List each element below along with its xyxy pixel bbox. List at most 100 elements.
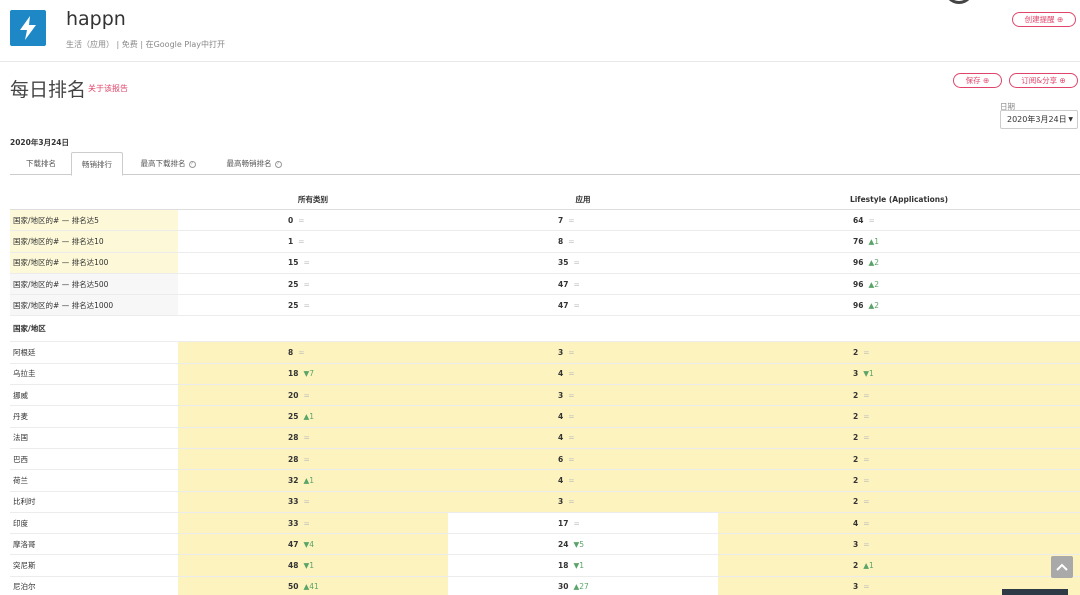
category-link[interactable]: 生活（应用） [66,40,114,49]
no-change-indicator: = [863,454,870,464]
rank-value: 25 [288,300,299,310]
create-alert-button[interactable]: 创建提醒 ⊕ [1012,12,1076,27]
rank-up-indicator: ▲41 [303,582,319,592]
rank-cell: 47 = [448,295,718,315]
create-alert-label: 创建提醒 [1024,15,1055,24]
no-change-indicator: = [863,539,870,549]
row-label[interactable]: 阿根廷 [10,342,178,362]
row-label[interactable]: 挪威 [10,385,178,405]
tab-label: 畅销排行 [82,160,112,169]
no-change-indicator: = [573,279,580,289]
save-button[interactable]: 保存 ⊕ [953,73,1002,88]
app-name: happn [66,8,126,30]
row-label[interactable]: 巴西 [10,449,178,469]
app-header: happn 生活（应用） | 免费 | 在Google Play中打开 创建提醒… [0,0,1080,62]
rank-value: 7 [558,215,564,225]
rank-value: 4 [558,475,564,485]
no-change-indicator: = [568,348,575,358]
table-header: 所有类别 应用 Lifestyle (Applications) [10,190,1080,210]
date-value: 2020年3月24日 [1007,115,1067,124]
rank-value: 28 [288,454,299,464]
table-row: 国家/地区的# — 排名达1000 25 = 47 = 96 ▲2 [10,295,1080,317]
no-change-indicator: = [298,236,305,246]
date-heading: 2020年3月24日 [10,138,70,147]
user-avatar[interactable] [944,0,974,4]
rank-cell: 18 ▼7 [178,363,448,385]
rank-value: 47 [288,539,299,549]
no-change-indicator: = [568,390,575,400]
app-meta: 生活（应用） | 免费 | 在Google Play中打开 [66,39,225,50]
table-row: 摩洛哥 47 ▼4 24 ▼5 3 = [10,534,1080,556]
rank-up-indicator: ▲1 [868,236,879,246]
no-change-indicator: = [863,475,870,485]
about-report-link[interactable]: 关于该报告 [88,83,128,94]
rank-cell: 17 = [448,513,718,533]
price-label: 免费 [121,40,138,49]
scroll-to-top-button[interactable] [1051,556,1073,578]
help-icon[interactable]: ? [188,160,196,168]
tab-label: 下载排名 [26,159,56,168]
no-change-indicator: = [568,497,575,507]
rank-cell: 8 = [448,231,718,251]
country-header-row: 国家/地区 [10,316,1080,343]
rank-cell: 76 ▲1 [718,231,1080,251]
rank-cell: 64 = [718,210,1080,230]
rank-value: 18 [288,369,299,379]
row-label[interactable]: 法国 [10,428,178,448]
no-change-indicator: = [863,348,870,358]
rank-down-indicator: ▼7 [303,369,314,379]
date-select[interactable]: 2020年3月24日 ▼ [1000,110,1078,129]
rank-cell: 4 = [448,427,718,448]
caret-down-icon: ▼ [1068,116,1073,123]
help-icon[interactable]: ? [274,160,282,168]
rank-value: 3 [558,497,564,507]
rank-value: 3 [558,348,564,358]
rank-cell: 8 = [178,342,448,363]
rank-value: 15 [288,258,299,268]
feedback-bar[interactable] [1002,589,1068,595]
rank-value: 2 [853,475,859,485]
rank-cell: 2 ▲1 [718,555,1080,576]
tab-download-rank[interactable]: 下载排名 [14,152,68,175]
row-label: 国家/地区的# — 排名达100 [10,252,178,273]
rank-value: 30 [558,582,569,592]
rank-value: 3 [853,539,859,549]
no-change-indicator: = [303,258,310,268]
row-label[interactable]: 丹麦 [10,406,178,426]
rank-cell: 15 = [178,253,448,273]
no-change-indicator: = [303,454,310,464]
rank-cell: 33 = [178,512,448,534]
row-label: 国家/地区的# — 排名达5 [10,210,178,231]
row-label[interactable]: 尼泊尔 [10,577,178,595]
rank-cell: 6 = [448,448,718,470]
table-row: 挪威 20 = 3 = 2 = [10,385,1080,407]
no-change-indicator: = [568,369,575,379]
row-label[interactable]: 荷兰 [10,470,178,490]
row-label[interactable]: 乌拉圭 [10,364,178,384]
rank-cell: 3 = [448,342,718,363]
rank-value: 18 [558,561,569,571]
no-change-indicator: = [568,412,575,422]
rank-cell: 7 = [448,210,718,230]
row-label[interactable]: 突尼斯 [10,555,178,575]
rank-up-indicator: ▲1 [303,412,314,422]
rank-cell: 1 = [178,231,448,251]
page: happn 生活（应用） | 免费 | 在Google Play中打开 创建提醒… [0,0,1080,595]
row-label[interactable]: 摩洛哥 [10,534,178,554]
google-play-link[interactable]: 在Google Play中打开 [146,40,225,49]
subscribe-share-button[interactable]: 订阅&分享 ⊕ [1009,73,1078,88]
plus-icon: ⊕ [1059,76,1066,85]
row-label[interactable]: 比利时 [10,492,178,512]
app-icon[interactable] [10,10,46,46]
row-label[interactable]: 印度 [10,513,178,533]
rank-cell: 2 = [718,491,1080,512]
rank-cell: 20 = [178,385,448,406]
rank-value: 6 [558,454,564,464]
rank-cell: 47 ▼4 [178,534,448,555]
tab-top-grossing-rank[interactable]: 最高畅销排名? [212,152,296,175]
no-change-indicator: = [568,215,575,225]
tab-top-download-rank[interactable]: 最高下载排名? [126,152,210,175]
rank-value: 2 [853,412,859,422]
tab-grossing-rank[interactable]: 畅销排行 [71,152,123,176]
row-label: 国家/地区的# — 排名达10 [10,231,178,252]
